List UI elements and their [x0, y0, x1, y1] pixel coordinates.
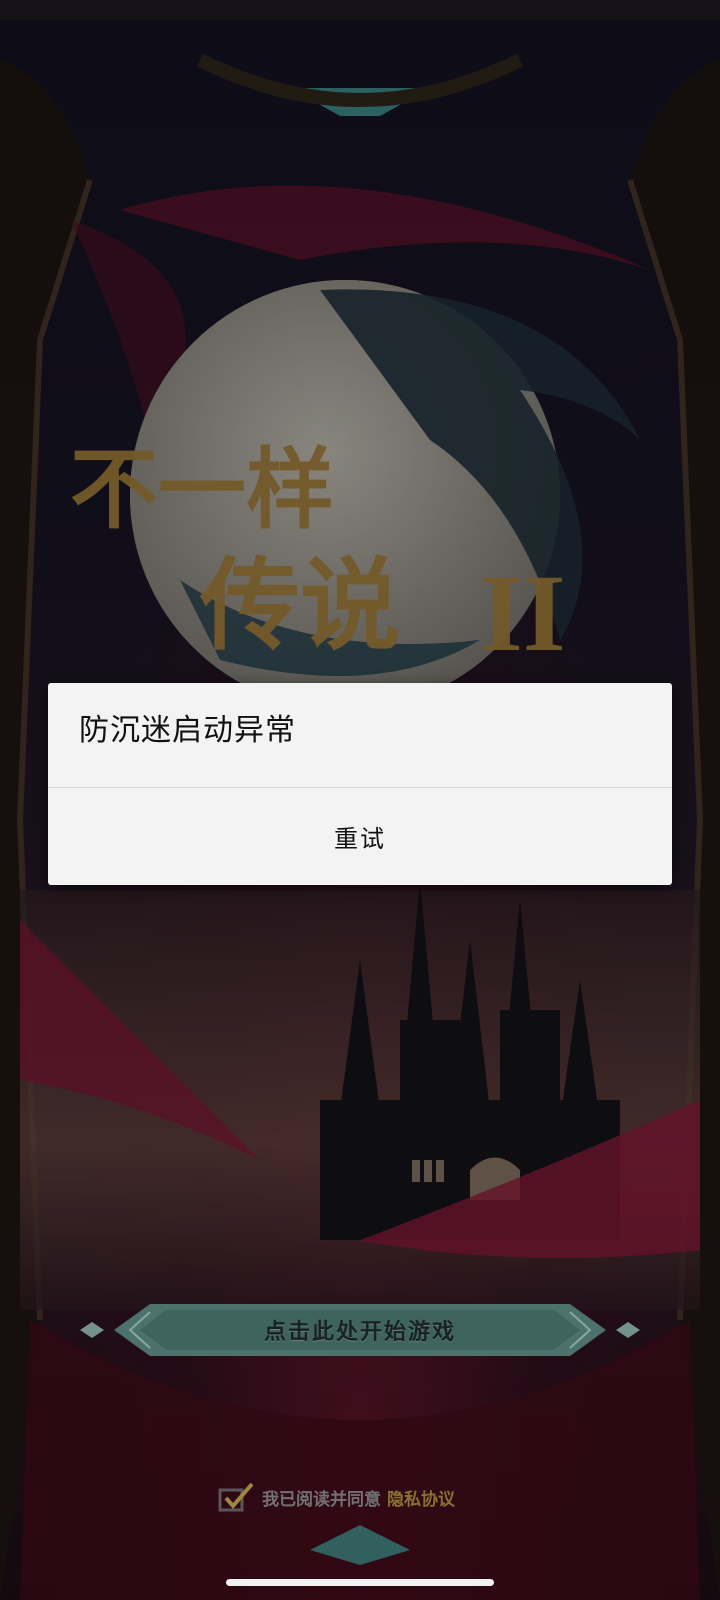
home-indicator[interactable]: [226, 1579, 494, 1586]
retry-button[interactable]: 重试: [48, 788, 672, 885]
dialog-title: 防沉迷启动异常: [79, 713, 296, 748]
anti-addiction-error-dialog: 防沉迷启动异常 重试: [48, 683, 672, 885]
